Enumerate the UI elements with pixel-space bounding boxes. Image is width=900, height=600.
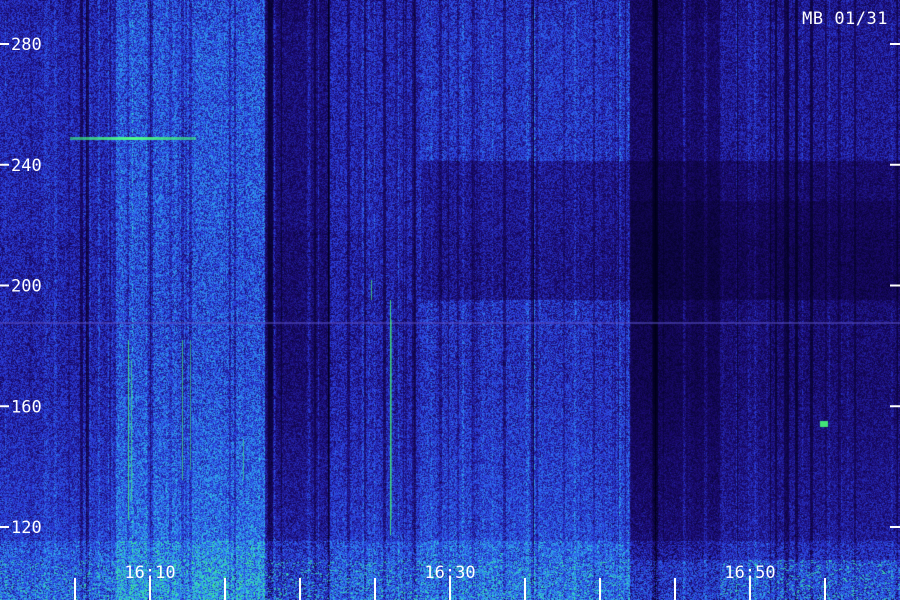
spectrogram-image [0, 0, 900, 600]
spectrogram-panel: 280 240 200 160 120 16:10 16:30 16:50 MB 01/31 [0, 0, 900, 600]
